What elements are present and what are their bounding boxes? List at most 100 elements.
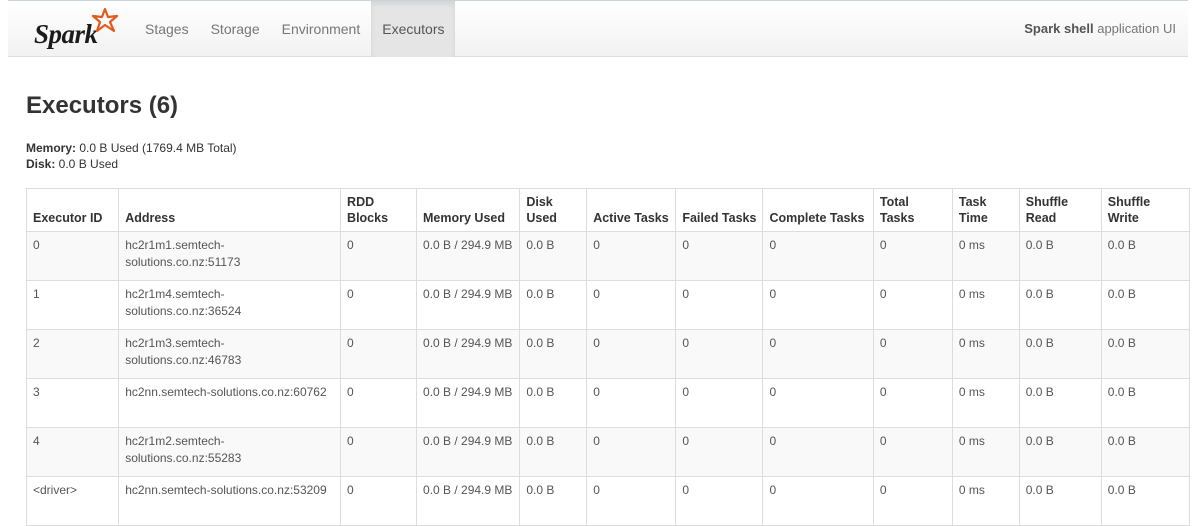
table-cell: <driver>	[25, 476, 120, 526]
column-header-shuffle-write[interactable]: Shuffle Write	[1100, 188, 1191, 232]
table-cell: 0.0 B	[1100, 427, 1191, 477]
table-cell: hc2r1m1.semtech-solutions.co.nz:51173	[118, 231, 342, 281]
table-cell: 0	[872, 378, 953, 428]
table-cell: 3	[25, 378, 120, 428]
table-cell: 0	[872, 329, 953, 379]
table-cell: 0	[762, 329, 874, 379]
table-row: 4 hc2r1m2.semtech-solutions.co.nz:55283 0 0…	[25, 427, 1191, 477]
tab-environment[interactable]: Environment	[271, 1, 372, 57]
table-cell: 0	[586, 231, 677, 281]
column-header-total-tasks[interactable]: Total Tasks	[872, 188, 953, 232]
table-cell: hc2nn.semtech-solutions.co.nz:60762	[118, 378, 342, 428]
table-cell: 0.0 B / 294.9 MB	[416, 231, 521, 281]
table-cell: 0	[762, 476, 874, 526]
column-header-complete-tasks[interactable]: Complete Tasks	[762, 188, 874, 232]
column-header-rdd-blocks[interactable]: RDD Blocks	[340, 188, 418, 232]
tab-stages[interactable]: Stages	[134, 1, 200, 57]
table-cell: 0	[340, 476, 418, 526]
table-cell: 0 ms	[951, 231, 1020, 281]
table-cell: 0.0 B	[519, 280, 588, 330]
table-row: <driver> hc2nn.semtech-solutions.co.nz:53…	[25, 476, 1191, 526]
spark-logo[interactable]: Spark	[34, 7, 124, 49]
table-cell: 0.0 B	[1018, 231, 1102, 281]
disk-value: 0.0 B Used	[55, 157, 119, 171]
table-cell: 0	[586, 427, 677, 477]
table-cell: 0	[586, 476, 677, 526]
table-cell: 0	[675, 280, 764, 330]
table-cell: 4	[25, 427, 120, 477]
memory-label: Memory:	[26, 141, 77, 155]
app-title-suffix: application UI	[1093, 21, 1176, 36]
memory-summary: Memory: 0.0 B Used (1769.4 MB Total)	[26, 140, 237, 156]
table-cell: 0.0 B / 294.9 MB	[416, 427, 521, 477]
app-name: Spark shell	[1024, 21, 1094, 36]
table-cell: 0	[762, 378, 874, 428]
table-cell: 0	[872, 427, 953, 477]
table-cell: 0.0 B	[1018, 378, 1102, 428]
table-cell: 0	[675, 427, 764, 477]
table-row: 3 hc2nn.semtech-solutions.co.nz:60762 0 0.0…	[25, 378, 1191, 428]
table-cell: 0	[25, 231, 120, 281]
column-header-executor-id[interactable]: Executor ID	[25, 188, 120, 232]
column-header-task-time[interactable]: Task Time	[951, 188, 1020, 232]
table-cell: hc2r1m2.semtech-solutions.co.nz:55283	[118, 427, 342, 477]
table-cell: 1	[25, 280, 120, 330]
table-body: 0 hc2r1m1.semtech-solutions.co.nz:51173 0 0…	[25, 231, 1191, 526]
table-cell: 0.0 B	[1100, 378, 1191, 428]
table-cell: 0	[675, 231, 764, 281]
table-cell: 0	[340, 427, 418, 477]
spark-star-logo-icon	[91, 7, 119, 33]
table-cell: 0.0 B	[1018, 427, 1102, 477]
table-cell: 0.0 B	[1100, 329, 1191, 379]
column-header-shuffle-read[interactable]: Shuffle Read	[1018, 188, 1102, 232]
table-cell: 0.0 B / 294.9 MB	[416, 280, 521, 330]
table-cell: 0	[340, 378, 418, 428]
table-cell: 0	[675, 378, 764, 428]
table-cell: 0	[340, 231, 418, 281]
table-cell: 0.0 B	[1100, 231, 1191, 281]
table-cell: 0 ms	[951, 280, 1020, 330]
table-cell: 0 ms	[951, 476, 1020, 526]
nav-tabs: Stages Storage Environment Executors	[134, 1, 456, 57]
table-cell: hc2nn.semtech-solutions.co.nz:53209	[118, 476, 342, 526]
tab-executors[interactable]: Executors	[371, 1, 456, 57]
table-cell: 0.0 B	[519, 329, 588, 379]
table-cell: 0	[586, 329, 677, 379]
executors-table: Executor ID Address RDD Blocks Memory Used D…	[25, 188, 1191, 526]
table-cell: 0.0 B	[519, 231, 588, 281]
table-cell: 0	[872, 231, 953, 281]
disk-summary: Disk: 0.0 B Used	[26, 156, 237, 172]
table-header-row: Executor ID Address RDD Blocks Memory Used D…	[25, 188, 1191, 232]
table-cell: 0	[586, 378, 677, 428]
column-header-active-tasks[interactable]: Active Tasks	[586, 188, 677, 232]
table-cell: 0.0 B / 294.9 MB	[416, 476, 521, 526]
tab-storage[interactable]: Storage	[200, 1, 271, 57]
executor-summary: Memory: 0.0 B Used (1769.4 MB Total) Dis…	[26, 140, 237, 172]
table-cell: 0.0 B / 294.9 MB	[416, 329, 521, 379]
table-cell: 0	[872, 476, 953, 526]
memory-value: 0.0 B Used (1769.4 MB Total)	[76, 141, 237, 155]
table-cell: 0.0 B	[519, 476, 588, 526]
table-cell: 0.0 B	[519, 427, 588, 477]
app-title: Spark shell application UI	[1024, 1, 1176, 57]
table-cell: 0	[762, 427, 874, 477]
table-cell: 2	[25, 329, 120, 379]
disk-label: Disk:	[26, 157, 56, 171]
table-cell: hc2r1m4.semtech-solutions.co.nz:36524	[118, 280, 342, 330]
top-navbar: Spark Stages Storage Environment Executors …	[8, 0, 1188, 57]
column-header-failed-tasks[interactable]: Failed Tasks	[675, 188, 764, 232]
column-header-disk-used[interactable]: Disk Used	[519, 188, 588, 232]
table-cell: 0.0 B	[1100, 280, 1191, 330]
column-header-memory-used[interactable]: Memory Used	[416, 188, 521, 232]
table-cell: 0.0 B	[1018, 476, 1102, 526]
table-cell: 0	[762, 280, 874, 330]
table-cell: 0.0 B / 294.9 MB	[416, 378, 521, 428]
table-row: 2 hc2r1m3.semtech-solutions.co.nz:46783 0 0…	[25, 329, 1191, 379]
table-row: 1 hc2r1m4.semtech-solutions.co.nz:36524 0 0…	[25, 280, 1191, 330]
column-header-address[interactable]: Address	[118, 188, 342, 232]
table-cell: 0	[586, 280, 677, 330]
table-cell: 0.0 B	[1018, 329, 1102, 379]
page-title: Executors (6)	[26, 92, 179, 119]
table-cell: 0.0 B	[1100, 476, 1191, 526]
table-cell: 0 ms	[951, 427, 1020, 477]
